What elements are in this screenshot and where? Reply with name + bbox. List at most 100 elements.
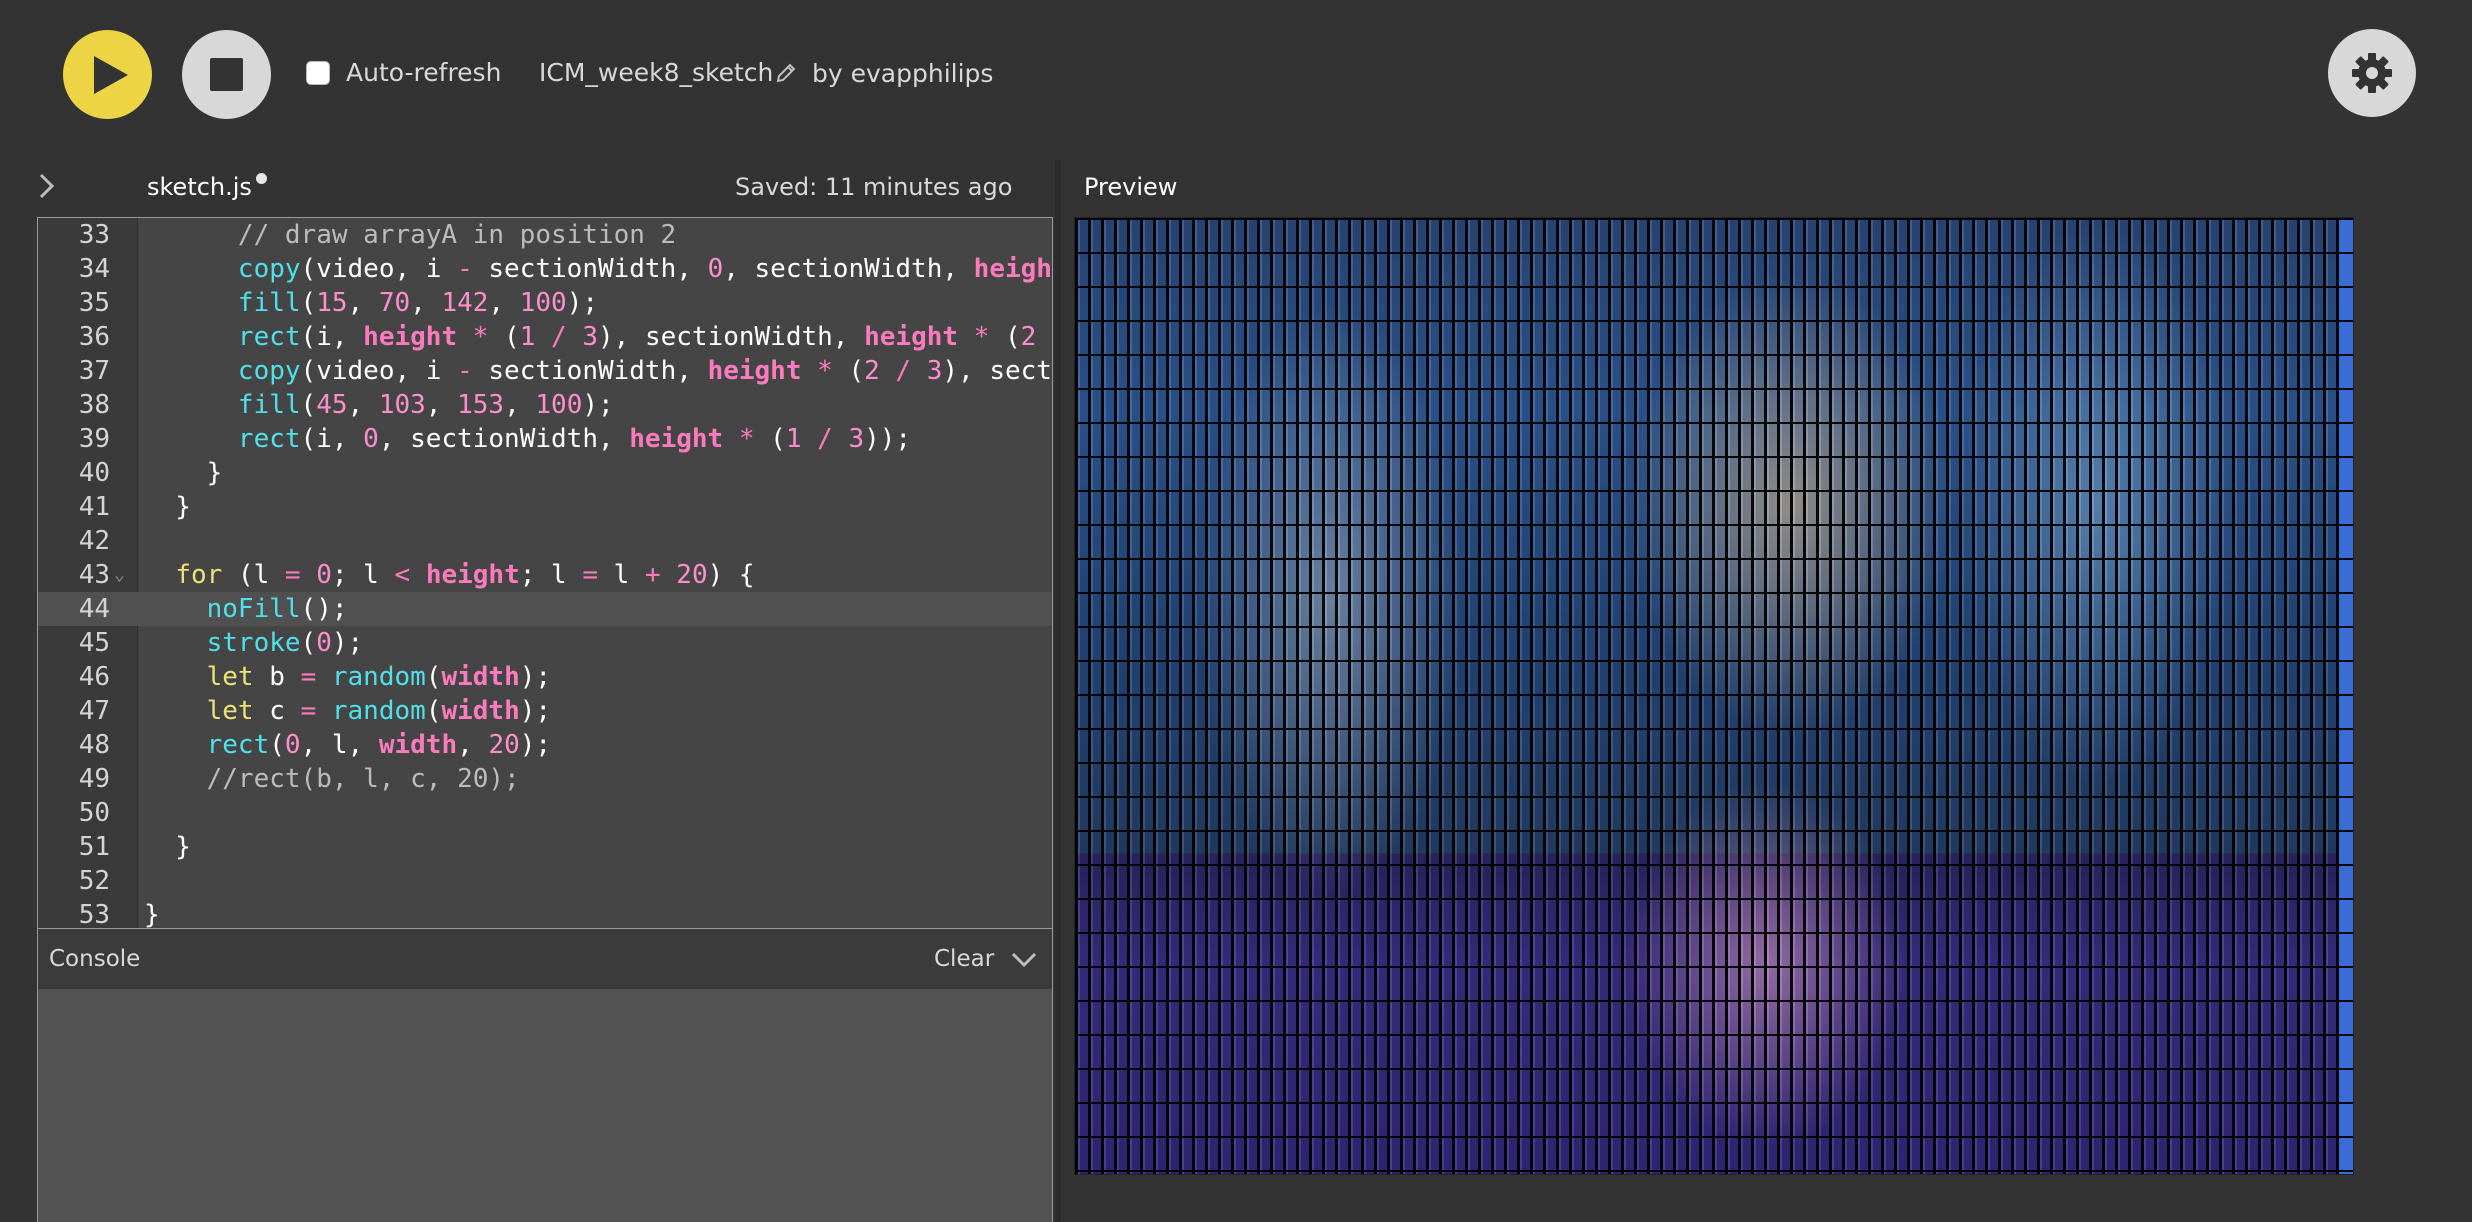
code-token: ), sectionWidth [942,356,1052,386]
stop-icon [210,58,243,91]
code-line[interactable]: 53} [38,898,1052,928]
line-number: 46 [78,662,110,692]
chevron-right-icon[interactable] [36,171,58,201]
code-line[interactable]: 47 let c = random(width); [38,694,1052,728]
line-number: 38 [78,390,110,420]
code-token: ( [425,696,442,726]
code-line[interactable]: 48 rect(0, l, width, 20); [38,728,1052,762]
play-button[interactable] [63,30,152,119]
console-clear-button[interactable]: Clear [934,943,994,975]
line-number: 49 [78,764,110,794]
code-text: // draw arrayA in position 2 [144,218,676,252]
code-line[interactable]: 52 [38,864,1052,898]
pane-divider[interactable] [1055,160,1061,1222]
code-token: b [253,662,301,692]
code-token: ( [832,356,865,386]
code-token: fill [237,288,301,318]
code-token: , [347,288,379,318]
code-line[interactable]: 46 let b = random(width); [38,660,1052,694]
code-token: l [598,560,645,590]
code-token: rect [237,322,301,352]
code-token: c [253,696,301,726]
code-token: } [144,492,191,522]
code-token: ( [488,322,520,352]
code-line[interactable]: 44 noFill(); [38,592,1052,626]
line-number: 40 [78,458,110,488]
code-token: 0 [316,560,332,590]
code-line[interactable]: 41 } [38,490,1052,524]
line-number: 44 [78,594,110,624]
code-text: } [144,830,191,864]
code-line[interactable]: 37 copy(video, i - sectionWidth, height … [38,354,1052,388]
code-line[interactable]: 51 } [38,830,1052,864]
code-token: height [973,254,1052,284]
code-token: 103 [378,390,426,420]
code-token: = [300,662,317,692]
code-line[interactable]: 45 stroke(0); [38,626,1052,660]
code-line[interactable]: 35 fill(15, 70, 142, 100); [38,286,1052,320]
code-token: 2 [1020,322,1037,352]
code-token: - [457,356,473,386]
code-token: sectionWidth, [472,356,708,386]
console-output[interactable] [37,989,1053,1222]
autorefresh-checkbox[interactable] [306,61,330,85]
code-token: - [457,254,473,284]
code-line[interactable]: 42 [38,524,1052,558]
fold-chevron-icon[interactable]: ⌄ [114,558,125,592]
code-token: , sectionWidth, [378,424,630,454]
code-line[interactable]: 36 rect(i, height * (1 / 3), sectionWidt… [38,320,1052,354]
code-token: 45 [316,390,348,420]
code-text: } [144,456,223,490]
code-token: = [300,696,317,726]
author-byline[interactable]: by evapphilips [812,58,993,90]
code-line[interactable]: 34 copy(video, i - sectionWidth, 0, sect… [38,252,1052,286]
file-tab-sketch-js[interactable]: sketch.js [147,171,252,203]
code-token: noFill [206,594,301,624]
line-number: 51 [78,832,110,862]
code-line[interactable]: 33 // draw arrayA in position 2 [38,218,1052,252]
code-token: } [144,458,223,488]
code-line[interactable]: 49 //rect(b, l, c, 20); [38,762,1052,796]
code-token: 153 [457,390,505,420]
chevron-down-icon[interactable] [1010,951,1038,969]
code-token: 0 [707,254,724,284]
code-line[interactable]: 38 fill(45, 103, 153, 100); [38,388,1052,422]
code-text: } [144,490,191,524]
code-text: fill(45, 103, 153, 100); [144,388,614,422]
line-number: 45 [78,628,110,658]
code-line[interactable]: 43 ⌄ for (l = 0; l < height; l = l + 20) … [38,558,1052,592]
unsaved-indicator [256,173,267,184]
code-line[interactable]: 40 } [38,456,1052,490]
code-token: * [817,356,833,386]
code-token: / [551,322,567,352]
code-token: 2 [864,356,880,386]
line-number: 48 [78,730,110,760]
stop-button[interactable] [182,30,271,119]
project-name[interactable]: ICM_week8_sketch [539,57,773,89]
code-token: , [425,390,458,420]
code-token: + [644,560,661,590]
code-line[interactable]: 39 rect(i, 0, sectionWidth, height * (1 … [38,422,1052,456]
code-token: //rect(b, l, c, 20); [206,764,520,794]
code-token: * [472,322,489,352]
pencil-icon[interactable] [775,62,797,84]
code-editor[interactable]: 33 // draw arrayA in position 2 34 copy(v… [37,217,1053,929]
settings-button[interactable] [2328,29,2416,117]
code-token: ; l [331,560,395,590]
code-token: rect [237,424,301,454]
code-token: / [895,356,912,386]
code-token: ; l [519,560,583,590]
code-token: let [206,696,254,726]
autorefresh-label[interactable]: Auto-refresh [346,57,501,89]
code-token: (video, i [300,356,458,386]
code-token: < [394,560,411,590]
code-token: , [410,288,442,318]
preview-canvas[interactable] [1074,217,2354,1175]
code-token: = [582,560,599,590]
code-line[interactable]: 50 [38,796,1052,830]
